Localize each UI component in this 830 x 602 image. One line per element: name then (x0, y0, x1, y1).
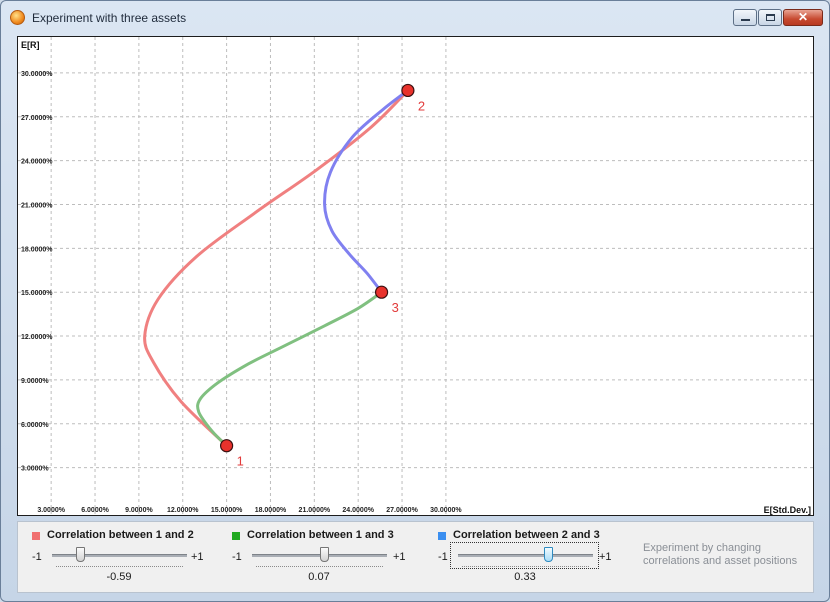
x-axis-title: E[Std.Dev.] (764, 505, 811, 515)
correlation-1-2-slider-thumb[interactable] (75, 547, 85, 562)
correlation-1-3-value: 0.07 (308, 571, 330, 583)
x-tick-label: 9.0000% (125, 507, 153, 514)
correlation-2-3-control: Correlation between 2 and 3 -1 +1 0.33 (438, 527, 628, 587)
y-axis-title: E[R] (21, 40, 40, 50)
slider-min-label: -1 (438, 551, 448, 563)
series-swatch-1-3 (232, 532, 240, 540)
x-tick-label: 6.0000% (81, 507, 109, 514)
series-swatch-2-3 (438, 532, 446, 540)
correlation-1-3-control: Correlation between 1 and 3 -1 +1 0.07 (232, 527, 422, 587)
close-button[interactable]: ✕ (783, 9, 823, 26)
hint-text: Experiment by changing correlations and … (643, 542, 798, 567)
correlation-2-3-label: Correlation between 2 and 3 (453, 529, 600, 541)
window-controls: ✕ (732, 9, 823, 26)
y-tick-label: 21.0000% (21, 202, 53, 209)
x-tick-label: 12.0000% (167, 507, 199, 514)
y-tick-label: 27.0000% (21, 115, 53, 122)
asset-label-1: 1 (237, 454, 244, 469)
series-swatch-1-2 (32, 532, 40, 540)
maximize-icon (766, 14, 775, 21)
slider-max-label: +1 (191, 551, 204, 563)
y-tick-label: 12.0000% (21, 334, 53, 341)
x-tick-label: 3.0000% (37, 507, 65, 514)
y-tick-label: 15.0000% (21, 290, 53, 297)
slider-max-label: +1 (599, 551, 612, 563)
slider-ticks (462, 566, 589, 568)
frontier-curve-1-2 (143, 88, 410, 448)
correlation-1-3-label: Correlation between 1 and 3 (247, 529, 394, 541)
app-icon (10, 10, 25, 25)
frontier-curve-2-3 (323, 88, 410, 294)
frontier-curve-1-3 (196, 290, 384, 448)
asset-label-3: 3 (392, 300, 399, 315)
asset-label-2: 2 (418, 98, 425, 113)
asset-point-3 (374, 285, 389, 299)
y-tick-label: 9.0000% (21, 378, 49, 385)
efficient-frontier-chart[interactable]: 3.0000% 6.0000% 9.0000% 12.0000% 15.0000% 18.… (18, 37, 814, 516)
y-tick-label: 18.0000% (21, 246, 53, 253)
app-window: Experiment with three assets ✕ 3.0000% 6.… (0, 0, 830, 602)
correlation-1-2-track[interactable] (52, 554, 187, 557)
close-icon: ✕ (797, 10, 809, 24)
x-tick-label: 18.0000% (255, 507, 287, 514)
slider-ticks (256, 566, 383, 568)
correlation-1-2-label: Correlation between 1 and 2 (47, 529, 194, 541)
chart-area[interactable]: 3.0000% 6.0000% 9.0000% 12.0000% 15.0000% 18.… (17, 36, 814, 516)
slider-min-label: -1 (232, 551, 242, 563)
slider-min-label: -1 (32, 551, 42, 563)
correlation-2-3-value: 0.33 (514, 571, 536, 583)
asset-point-1 (220, 439, 234, 453)
title-bar[interactable]: Experiment with three assets ✕ (1, 1, 829, 33)
slider-ticks (56, 566, 183, 568)
maximize-button[interactable] (758, 9, 782, 26)
y-tick-label: 30.0000% (21, 71, 53, 78)
x-tick-label: 27.0000% (386, 507, 418, 514)
y-tick-label: 3.0000% (21, 466, 49, 473)
correlation-1-2-value: -0.59 (106, 571, 132, 583)
correlation-2-3-slider-thumb[interactable] (543, 547, 553, 562)
y-tick-label: 24.0000% (21, 159, 53, 166)
x-tick-label: 30.0000% (430, 507, 462, 514)
asset-point-2 (401, 83, 415, 98)
x-tick-label: 21.0000% (299, 507, 331, 514)
correlation-1-2-control: Correlation between 1 and 2 -1 +1 -0.59 (32, 527, 222, 587)
x-tick-label: 15.0000% (211, 507, 243, 514)
y-tick-label: 6.0000% (21, 422, 49, 429)
correlation-1-3-slider-thumb[interactable] (320, 547, 330, 562)
correlation-panel: Correlation between 1 and 2 -1 +1 -0.59 … (17, 521, 814, 593)
minimize-icon (741, 19, 750, 21)
window-title: Experiment with three assets (32, 11, 187, 25)
slider-max-label: +1 (393, 551, 406, 563)
correlation-2-3-track[interactable] (458, 554, 593, 557)
x-tick-label: 24.0000% (342, 507, 374, 514)
minimize-button[interactable] (733, 9, 757, 26)
